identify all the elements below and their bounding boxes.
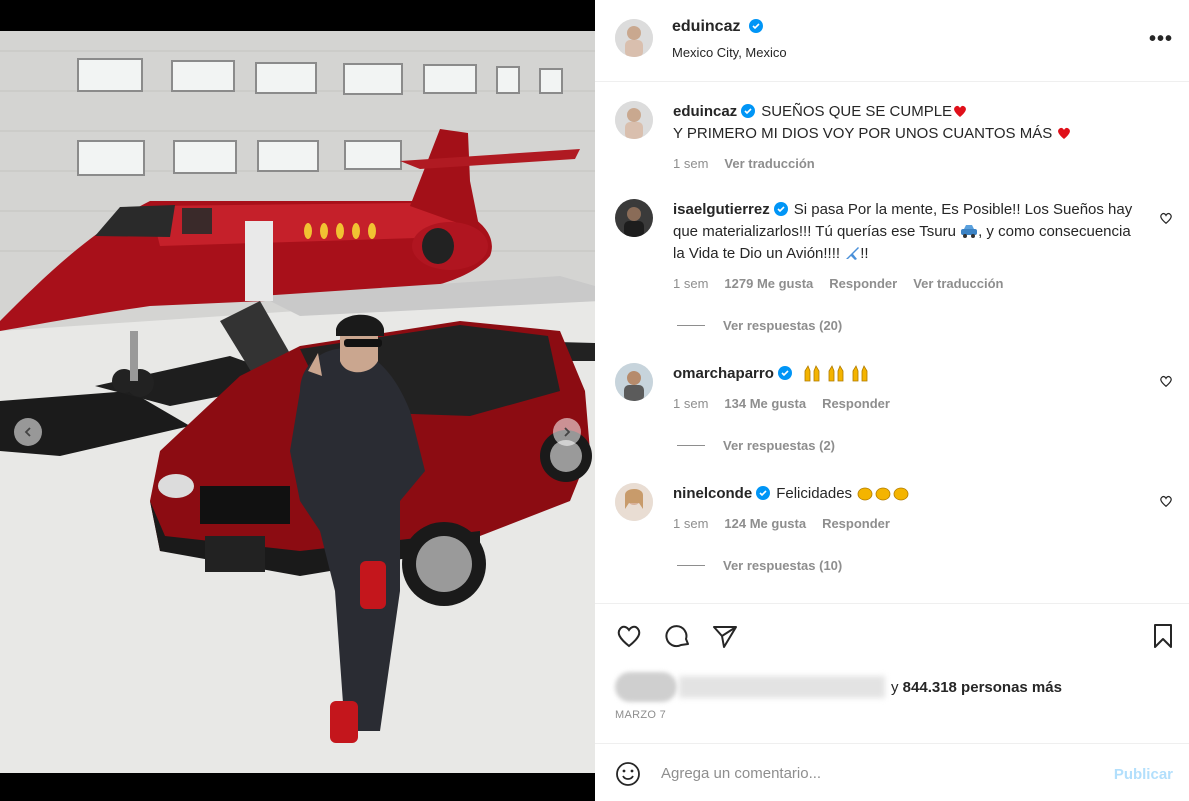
liker-avatars <box>615 672 677 702</box>
comment: isaelgutierrez Si pasa Por la mente, Es P… <box>615 199 1175 333</box>
carousel-prev-button[interactable] <box>14 418 42 446</box>
raised-hands-icon <box>804 365 820 382</box>
likes-count[interactable]: y 844.318 personas más <box>891 679 1062 696</box>
translate-link[interactable]: Ver traducción <box>724 156 814 171</box>
avatar[interactable] <box>615 363 653 401</box>
view-replies-button[interactable]: Ver respuestas (10) <box>677 558 842 573</box>
comment-text: isaelgutierrez Si pasa Por la mente, Es P… <box>673 199 1143 265</box>
reply-button[interactable]: Responder <box>822 396 890 411</box>
caption-time[interactable]: 1 sem <box>673 156 708 171</box>
avatar[interactable] <box>615 19 653 57</box>
comment-time[interactable]: 1 sem <box>673 396 708 411</box>
verified-icon <box>748 19 763 33</box>
car-icon <box>961 225 978 238</box>
heart-icon[interactable] <box>615 622 643 650</box>
comment-text: omarchaparro <box>673 363 1143 385</box>
likes-prefix: y <box>891 678 899 696</box>
clapping-hands-icon <box>893 487 909 501</box>
caption-text: eduincaz SUEÑOS QUE SE CUMPLE Y PRIMERO M… <box>673 101 1163 145</box>
avatar[interactable] <box>615 101 653 139</box>
caption: eduincaz SUEÑOS QUE SE CUMPLE Y PRIMERO M… <box>615 101 1175 181</box>
comment-likes[interactable]: 134 Me gusta <box>724 396 806 411</box>
likes-count-text: 844.318 personas más <box>902 678 1062 696</box>
caption-line1: SUEÑOS QUE SE CUMPLE <box>761 103 953 120</box>
publish-button[interactable]: Publicar <box>1114 766 1173 783</box>
verified-icon <box>756 486 771 500</box>
liker-names <box>679 676 885 698</box>
reply-button[interactable]: Responder <box>822 516 890 531</box>
comment-meta: 1 sem 134 Me gusta Responder <box>673 396 890 411</box>
author-username[interactable]: eduincaz <box>672 18 740 35</box>
comments-list: eduincaz SUEÑOS QUE SE CUMPLE Y PRIMERO M… <box>595 83 1189 603</box>
comment-composer: Publicar <box>595 743 1189 801</box>
red-heart-icon <box>954 105 967 117</box>
caption-meta: 1 sem Ver traducción <box>673 156 815 171</box>
like-comment-heart-icon[interactable] <box>1159 211 1173 225</box>
post-details-panel: eduincaz Mexico City, Mexico ••• eduinca… <box>595 0 1189 801</box>
view-replies-button[interactable]: Ver respuestas (2) <box>677 438 835 453</box>
airplane-icon <box>846 247 860 260</box>
share-icon[interactable] <box>711 622 739 650</box>
verified-icon <box>741 104 756 118</box>
chevron-right-icon <box>564 427 571 437</box>
post-actions: y 844.318 personas más MARZO 7 <box>595 603 1189 743</box>
clapping-hands-icon <box>875 487 891 501</box>
post-media <box>0 0 595 801</box>
comment-username[interactable]: isaelgutierrez <box>673 201 770 218</box>
post-date[interactable]: MARZO 7 <box>615 709 666 721</box>
chevron-left-icon <box>24 427 31 437</box>
comment-likes[interactable]: 124 Me gusta <box>724 516 806 531</box>
verified-icon <box>773 202 788 216</box>
comment-time[interactable]: 1 sem <box>673 516 708 531</box>
avatar[interactable] <box>615 483 653 521</box>
emoji-icon[interactable] <box>615 761 641 787</box>
like-comment-heart-icon[interactable] <box>1159 374 1173 388</box>
author-name-wrap: eduincaz <box>672 18 763 36</box>
likes-summary[interactable]: y 844.318 personas más <box>615 672 1062 702</box>
avatar[interactable] <box>615 199 653 237</box>
post-header: eduincaz Mexico City, Mexico ••• <box>595 0 1189 82</box>
more-options-button[interactable]: ••• <box>1149 28 1173 51</box>
raised-hands-emojis <box>802 365 870 382</box>
comment-text-part: Felicidades <box>776 485 853 502</box>
caption-line2: Y PRIMERO MI DIOS VOY POR UNOS CUANTOS M… <box>673 125 1053 142</box>
clapping-hands-icon <box>857 487 873 501</box>
comment-likes[interactable]: 1279 Me gusta <box>724 276 813 291</box>
comment-icon[interactable] <box>664 622 692 650</box>
raised-hands-icon <box>828 365 844 382</box>
post-location[interactable]: Mexico City, Mexico <box>672 45 787 60</box>
reply-button[interactable]: Responder <box>829 276 897 291</box>
comment-username[interactable]: ninelconde <box>673 485 752 502</box>
comment-text-part: !! <box>860 245 869 262</box>
comment: ninelconde Felicidades 1 sem 124 Me gusta… <box>615 483 1175 573</box>
post-photo <box>0 31 595 773</box>
view-replies-button[interactable]: Ver respuestas (20) <box>677 318 842 333</box>
raised-hands-icon <box>852 365 868 382</box>
comment-username[interactable]: omarchaparro <box>673 365 774 382</box>
like-comment-heart-icon[interactable] <box>1159 494 1173 508</box>
bookmark-icon[interactable] <box>1149 622 1177 650</box>
more-icon: ••• <box>1148 28 1173 50</box>
red-heart-icon <box>1058 127 1071 139</box>
comment: omarchaparro 1 sem 134 Me gusta Responde… <box>615 363 1175 453</box>
comment-meta: 1 sem 124 Me gusta Responder <box>673 516 890 531</box>
carousel-next-button[interactable] <box>553 418 581 446</box>
translate-link[interactable]: Ver traducción <box>913 276 1003 291</box>
comment-time[interactable]: 1 sem <box>673 276 708 291</box>
comment-text: ninelconde Felicidades <box>673 483 1143 505</box>
comment-meta: 1 sem 1279 Me gusta Responder Ver traduc… <box>673 276 1004 291</box>
verified-icon <box>777 366 792 380</box>
comment-input[interactable] <box>661 761 1081 785</box>
caption-username[interactable]: eduincaz <box>673 103 737 120</box>
